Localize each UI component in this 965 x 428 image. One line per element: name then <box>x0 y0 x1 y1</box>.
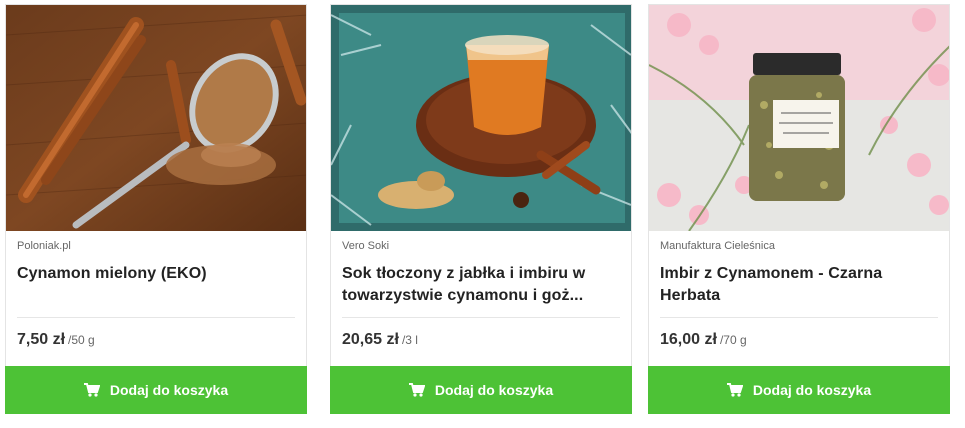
product-card: Manufaktura Cieleśnica Imbir z Cynamonem… <box>648 4 950 414</box>
vendor-name[interactable]: Manufaktura Cieleśnica <box>660 240 775 252</box>
divider <box>660 317 938 318</box>
cart-icon <box>408 383 425 397</box>
price-unit: /70 g <box>719 333 747 347</box>
add-to-cart-label: Dodaj do koszyka <box>752 382 872 398</box>
add-to-cart-button[interactable]: Dodaj do koszyka <box>5 366 307 414</box>
product-image[interactable] <box>6 5 306 231</box>
price-unit: /3 l <box>401 333 418 347</box>
vendor-name[interactable]: Vero Soki <box>342 240 389 252</box>
product-card: Poloniak.pl Cynamon mielony (EKO) 7,50 z… <box>5 4 307 414</box>
product-card: Vero Soki Sok tłoczony z jabłka i imbiru… <box>330 4 632 414</box>
product-image[interactable] <box>331 5 631 231</box>
product-title[interactable]: Cynamon mielony (EKO) <box>17 263 289 285</box>
divider <box>342 317 620 318</box>
cinnamon-spoon-photo <box>6 5 306 231</box>
add-to-cart-button[interactable]: Dodaj do koszyka <box>648 366 950 414</box>
add-to-cart-label: Dodaj do koszyka <box>434 382 554 398</box>
price-unit: /50 g <box>68 333 95 347</box>
product-title[interactable]: Imbir z Cynamonem - Czarna Herbata <box>660 263 932 307</box>
price: 16,00 zł/70 g <box>660 331 747 349</box>
product-image[interactable] <box>649 5 949 231</box>
add-to-cart-button[interactable]: Dodaj do koszyka <box>330 366 632 414</box>
vendor-name[interactable]: Poloniak.pl <box>17 240 71 252</box>
tea-jar-photo <box>649 5 949 231</box>
price: 7,50 zł/50 g <box>17 331 95 349</box>
juice-glass-photo <box>331 5 631 231</box>
add-to-cart-label: Dodaj do koszyka <box>109 382 229 398</box>
divider <box>17 317 295 318</box>
cart-icon <box>726 383 743 397</box>
price: 20,65 zł/3 l <box>342 331 418 349</box>
cart-icon <box>83 383 100 397</box>
product-title[interactable]: Sok tłoczony z jabłka i imbiru w towarzy… <box>342 263 614 307</box>
price-value: 16,00 zł <box>660 331 717 348</box>
price-value: 7,50 zł <box>17 331 66 348</box>
price-value: 20,65 zł <box>342 331 399 348</box>
